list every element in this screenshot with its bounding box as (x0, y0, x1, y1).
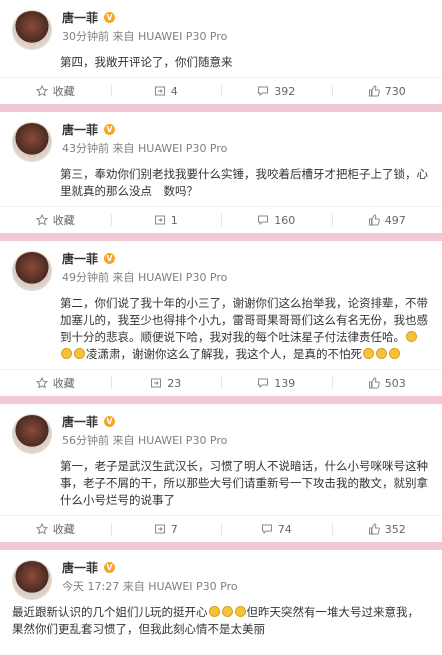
post-time: 49分钟前 (62, 271, 109, 284)
post-source: 来自 HUAWEI P30 Pro (112, 142, 228, 155)
post-source: 来自 HUAWEI P30 Pro (112, 30, 228, 43)
comment-button[interactable]: 74 (221, 516, 332, 542)
post-meta: 43分钟前 来自 HUAWEI P30 Pro (62, 140, 430, 155)
like-button[interactable]: 352 (331, 516, 442, 542)
collect-button[interactable]: 收藏 (0, 516, 111, 542)
post: 唐一菲 V 49分钟前 来自 HUAWEI P30 Pro 第二，你们说了我十年… (0, 241, 442, 396)
avatar[interactable] (12, 10, 52, 50)
post: 唐一菲 V 43分钟前 来自 HUAWEI P30 Pro 第三，奉劝你们别老找… (0, 112, 442, 233)
post-text: 第四，我敞开评论了，你们随意来 (60, 55, 233, 69)
star-icon (35, 214, 48, 226)
thumbs-up-icon (368, 85, 380, 97)
post-source: 来自 HUAWEI P30 Pro (122, 580, 238, 593)
post-text: 第三，奉劝你们别老找我要什么实锤，我咬着后槽牙才把柜子上了锁，心里就真的那么没点… (60, 167, 428, 198)
avatar[interactable] (12, 122, 52, 162)
author-name[interactable]: 唐一菲 (62, 121, 98, 138)
comment-button[interactable]: 160 (221, 207, 332, 233)
thumbs-up-icon (368, 523, 380, 535)
verified-icon: V (104, 252, 116, 264)
post-meta: 49分钟前 来自 HUAWEI P30 Pro (62, 269, 430, 284)
forward-button[interactable]: 4 (110, 78, 222, 104)
verified-icon: V (104, 123, 116, 135)
emoji-icon (234, 606, 246, 617)
post-actions: 收藏 4 392 730 (0, 77, 442, 104)
collect-button[interactable]: 收藏 (0, 370, 111, 396)
thumbs-up-icon (368, 214, 380, 226)
verified-icon: V (104, 561, 116, 573)
forward-button[interactable]: 23 (110, 370, 222, 396)
thumbs-up-icon (368, 377, 380, 389)
post: 唐一菲 V 56分钟前 来自 HUAWEI P30 Pro 第一，老子是武汉生武… (0, 404, 442, 542)
forward-button[interactable]: 1 (110, 207, 222, 233)
emoji-icon (376, 348, 387, 359)
collect-button[interactable]: 收藏 (0, 207, 111, 233)
post: 唐一菲 V 30分钟前 来自 HUAWEI P30 Pro 第四，我敞开评论了，… (0, 0, 442, 104)
weibo-feed: 唐一菲 V 30分钟前 来自 HUAWEI P30 Pro 第四，我敞开评论了，… (0, 0, 442, 638)
post-time: 30分钟前 (62, 30, 109, 43)
forward-icon (154, 524, 165, 534)
comment-icon (258, 378, 269, 389)
post-time: 56分钟前 (62, 434, 109, 447)
author-name[interactable]: 唐一菲 (62, 559, 98, 576)
post-meta: 今天 17:27 来自 HUAWEI P30 Pro (62, 578, 430, 593)
comment-button[interactable]: 139 (221, 370, 332, 396)
post: 唐一菲 V 今天 17:27 来自 HUAWEI P30 Pro 最近跟新认识的… (0, 550, 442, 638)
comment-icon (258, 86, 269, 97)
avatar[interactable] (12, 251, 52, 291)
author-name[interactable]: 唐一菲 (62, 413, 98, 430)
emoji-icon (208, 606, 220, 617)
avatar[interactable] (12, 414, 52, 454)
post-separator (0, 542, 442, 550)
comment-button[interactable]: 392 (221, 78, 332, 104)
post-separator (0, 396, 442, 404)
emoji-icon (221, 606, 233, 617)
post-source: 来自 HUAWEI P30 Pro (112, 434, 228, 447)
author-name[interactable]: 唐一菲 (62, 250, 98, 267)
emoji-icon (406, 331, 417, 342)
forward-button[interactable]: 7 (110, 516, 222, 542)
avatar[interactable] (12, 560, 52, 600)
verified-icon: V (104, 415, 116, 427)
forward-icon (154, 86, 165, 96)
like-button[interactable]: 497 (331, 207, 442, 233)
star-icon (35, 85, 48, 97)
forward-icon (154, 215, 165, 225)
like-button[interactable]: 503 (331, 370, 442, 396)
comment-icon (261, 524, 272, 535)
post-separator (0, 104, 442, 112)
post-meta: 30分钟前 来自 HUAWEI P30 Pro (62, 28, 430, 43)
post-separator (0, 233, 442, 241)
collect-button[interactable]: 收藏 (0, 78, 111, 104)
emoji-icon (363, 348, 374, 359)
comment-icon (258, 215, 269, 226)
author-name[interactable]: 唐一菲 (62, 9, 98, 26)
post-actions: 收藏 7 74 352 (0, 515, 442, 542)
star-icon (35, 377, 48, 389)
post-time: 今天 17:27 (62, 580, 120, 593)
emoji-icon (389, 348, 400, 359)
post-source: 来自 HUAWEI P30 Pro (112, 271, 228, 284)
post-actions: 收藏 1 160 497 (0, 206, 442, 233)
post-text: 第二，你们说了我十年的小三了，谢谢你们这么抬举我，论资排辈，不带加塞儿的，我至少… (60, 296, 428, 361)
post-text: 第一，老子是武汉生武汉长，习惯了明人不说暗话，什么小号咪咪号这种事，老子不屑的干… (60, 459, 428, 507)
like-button[interactable]: 730 (331, 78, 442, 104)
star-icon (35, 523, 48, 535)
post-time: 43分钟前 (62, 142, 109, 155)
emoji-icon (74, 348, 85, 359)
verified-icon: V (104, 11, 116, 23)
post-text: 最近跟新认识的几个姐们儿玩的挺开心 但昨天突然有一堆大号过来意我，果然你们更乱套习… (12, 605, 419, 636)
post-meta: 56分钟前 来自 HUAWEI P30 Pro (62, 432, 430, 447)
emoji-icon (61, 348, 72, 359)
forward-icon (151, 378, 162, 388)
post-actions: 收藏 23 139 503 (0, 369, 442, 396)
